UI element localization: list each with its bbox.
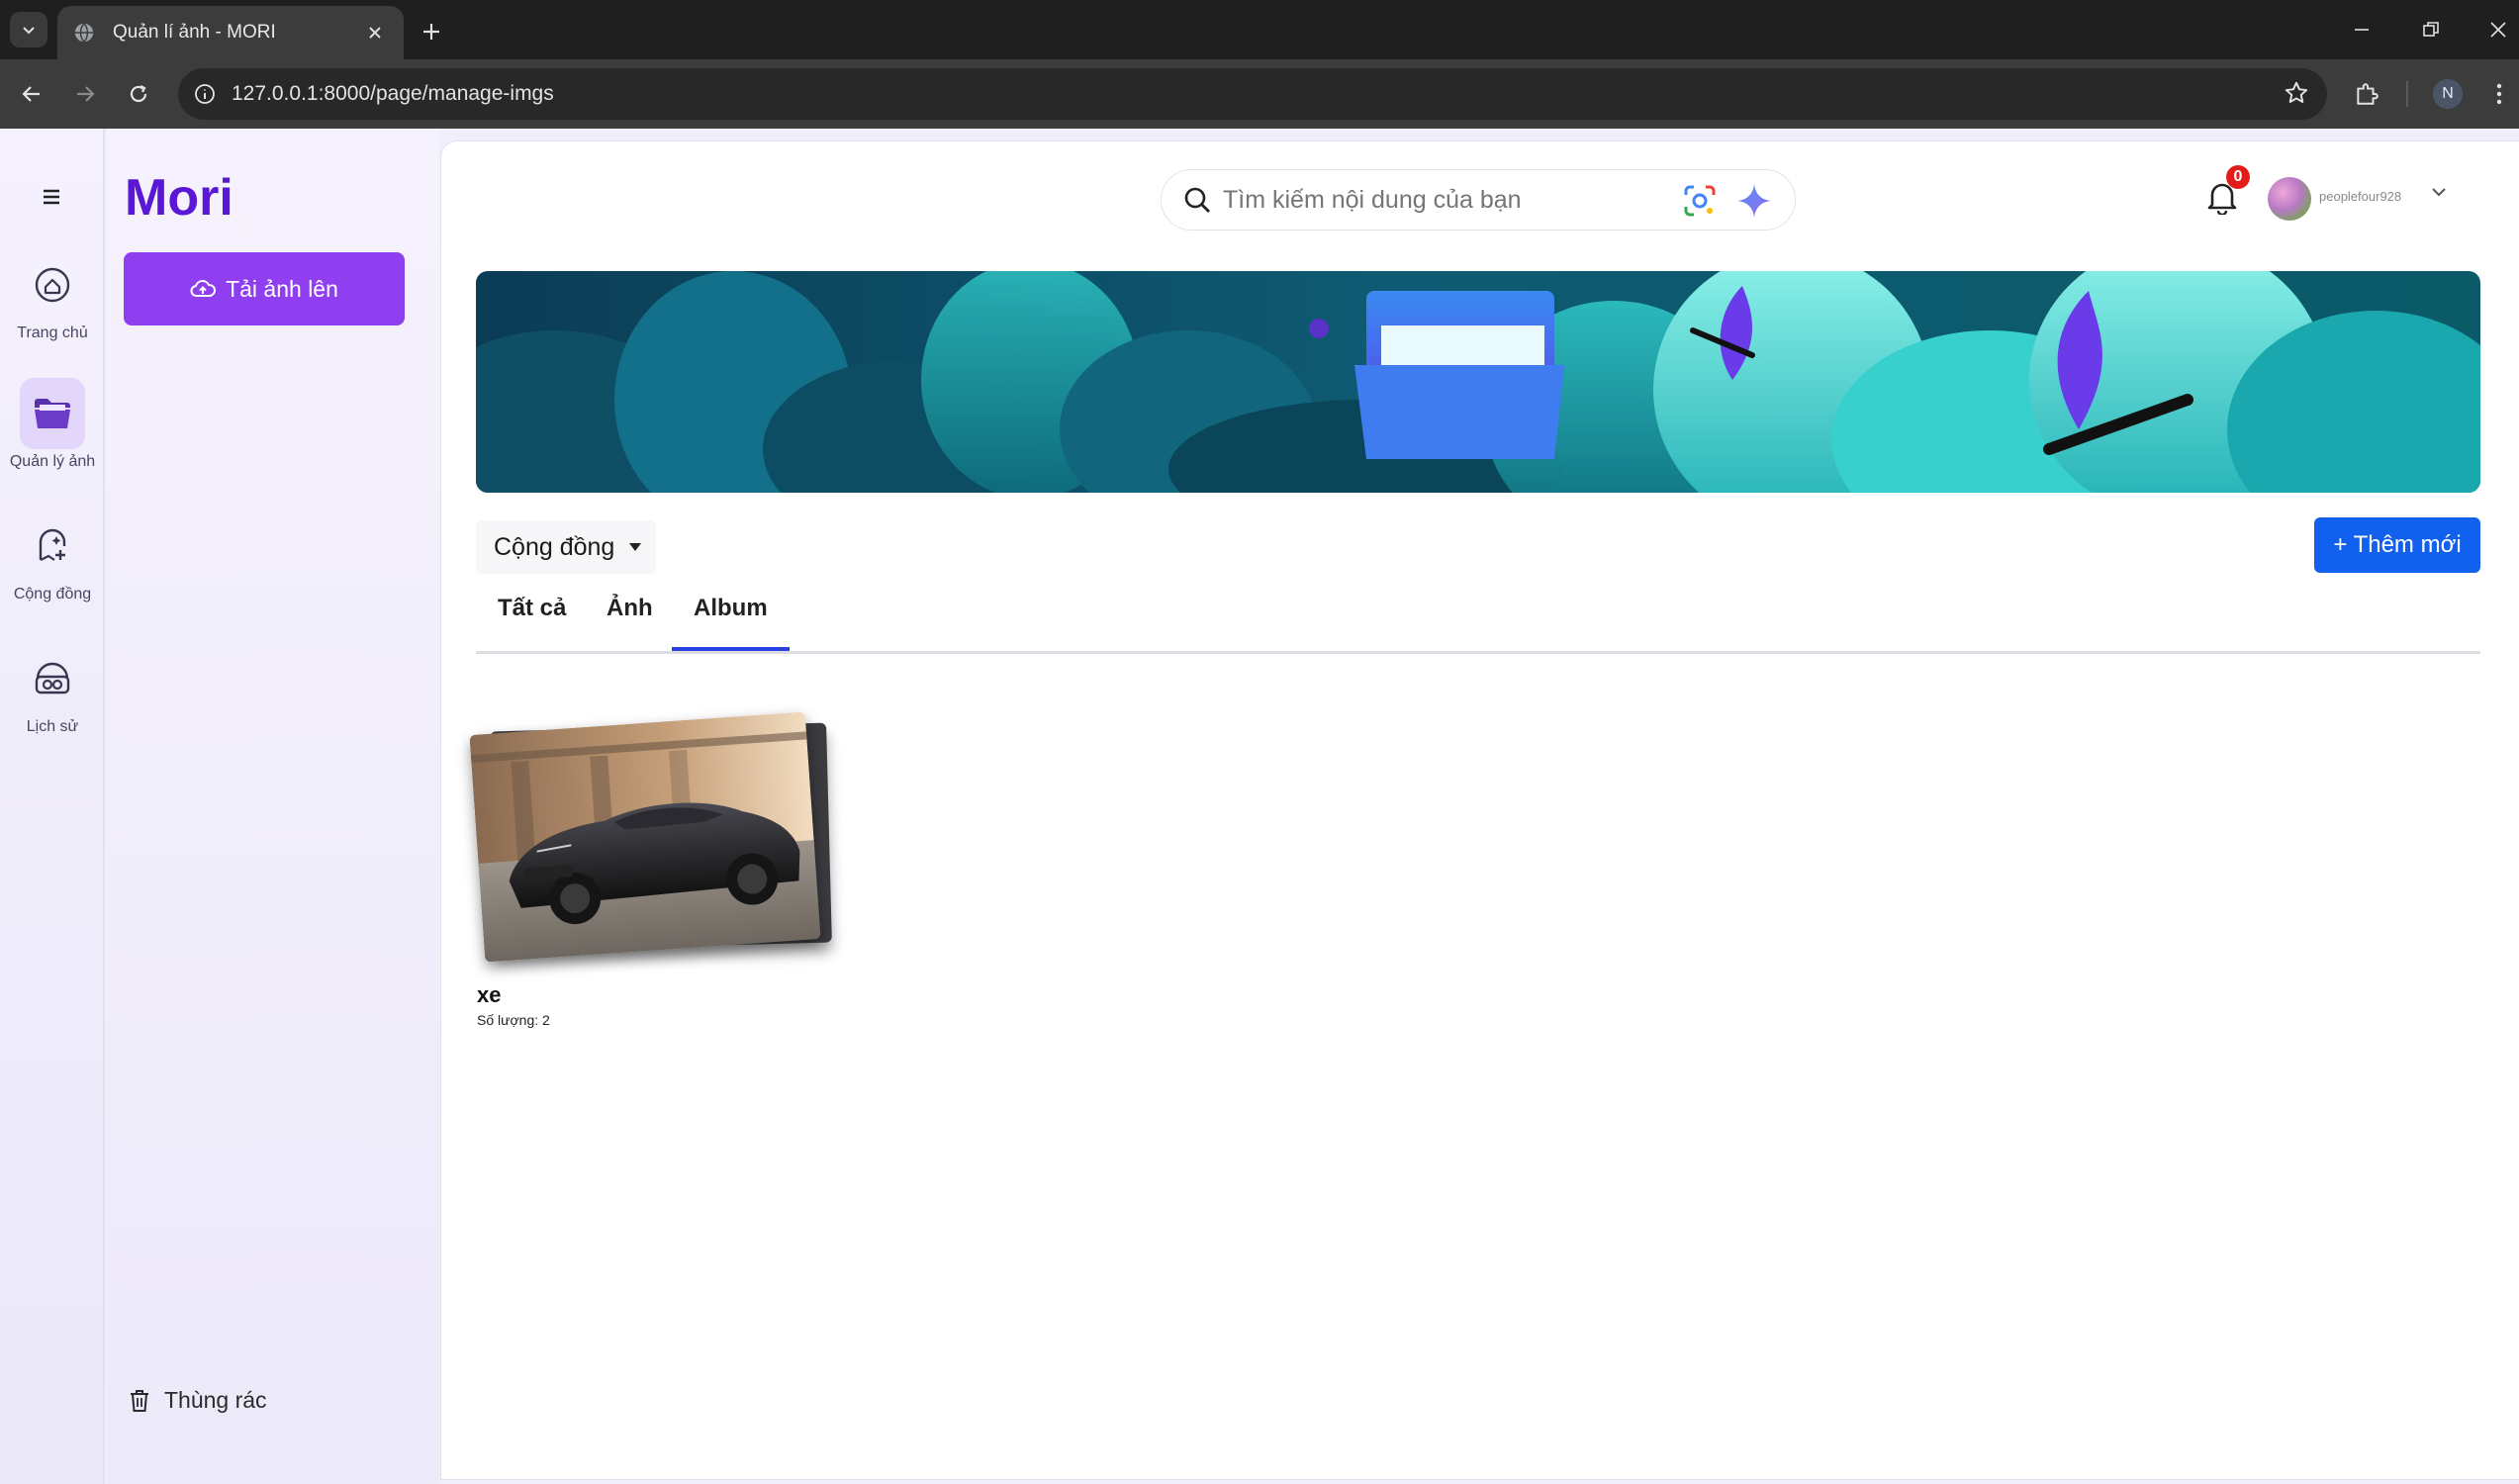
close-window-button[interactable] [2464,0,2519,59]
sidebar-rail: Trang chủ Quản lý ảnh Cộng đồng Lịch sử [0,129,105,1484]
camera-lens-icon [1684,185,1716,217]
ai-search-button[interactable] [1735,182,1773,225]
upload-image-button[interactable]: Tải ảnh lên [124,252,405,325]
album-name[interactable]: xe [477,982,827,1008]
tab-title: Quản lí ảnh - MORI [113,22,276,43]
search-input[interactable] [1223,185,1658,215]
close-icon [2490,22,2506,38]
cloud-upload-icon [190,280,217,297]
album-card[interactable]: xe Số lượng: 2 [469,705,832,1028]
album-cover-stack[interactable] [469,705,832,963]
brand-logo[interactable]: Mori [125,168,233,228]
bookmark-button[interactable] [2284,80,2309,111]
address-bar[interactable]: 127.0.0.1:8000/page/manage-imgs [178,68,2327,120]
sidebar-toggle-button[interactable] [36,184,67,215]
main-content: 0 peoplefour928 [441,141,2519,1479]
username[interactable]: peoplefour928 [2319,189,2401,204]
plus-icon [423,24,439,40]
visibility-filter-dropdown[interactable]: Cộng đồng [476,520,656,574]
banner-illustration [476,271,2480,493]
url-text: 127.0.0.1:8000/page/manage-imgs [232,82,554,105]
sidebar-panel: Mori Tải ảnh lên Thùng rác [107,129,439,1484]
site-info-icon [195,84,215,104]
search-icon [1184,187,1210,213]
trash-link[interactable]: Thùng rác [129,1387,267,1414]
sidebar-item-manage-images[interactable]: Quản lý ảnh [0,378,105,471]
browser-tab-bar: Quản lí ảnh - MORI [0,0,2519,59]
arrow-left-icon [22,86,40,102]
image-search-button[interactable] [1682,183,1718,224]
sparkle-icon [1737,184,1771,218]
browser-menu-button[interactable] [2479,74,2519,114]
close-icon [369,27,381,39]
user-menu-toggle[interactable] [2430,185,2448,204]
leaves-folder-illustration [476,271,2480,493]
tab-search-button[interactable] [10,12,47,47]
tab-album[interactable]: Album [672,595,790,651]
toolbar-separator [2406,81,2408,107]
sidebar-item-home[interactable]: Trang chủ [0,249,105,342]
community-icon [39,528,66,561]
tab-close-button[interactable] [362,20,388,46]
hamburger-menu-icon [44,189,59,205]
sidebar-item-community[interactable]: Cộng đồng [0,510,105,603]
upload-button-label: Tải ảnh lên [226,275,338,302]
trash-label: Thùng rác [164,1387,267,1413]
chevron-down-icon [2432,188,2446,197]
puzzle-icon [2357,83,2379,105]
notification-badge: 0 [2226,165,2250,189]
browser-toolbar: 127.0.0.1:8000/page/manage-imgs N [0,59,2519,129]
profile-avatar: N [2433,79,2463,109]
kebab-menu-icon [2496,83,2502,105]
filter-label: Cộng đồng [494,532,615,561]
restore-icon [2423,22,2439,37]
album-count: Số lượng: 2 [477,1012,550,1028]
search-bar[interactable] [1161,169,1796,231]
sidebar-item-label: Lịch sử [26,718,79,735]
content-tabs: Tất cả Ảnh Album [476,583,2480,654]
reload-button[interactable] [119,74,158,114]
chevron-down-icon [23,27,35,35]
new-tab-button[interactable] [414,14,449,49]
profile-button[interactable]: N [2428,74,2468,114]
sidebar-item-label: Trang chủ [17,325,88,341]
browser-tab-active[interactable]: Quản lí ảnh - MORI [57,6,404,59]
home-icon [35,267,70,303]
folder-icon [35,399,70,428]
history-icon [35,662,70,695]
minimize-icon [2355,29,2369,31]
user-avatar[interactable] [2268,177,2311,221]
restore-button[interactable] [2396,0,2466,59]
globe-icon [74,23,94,43]
sidebar-item-history[interactable]: Lịch sử [0,643,105,736]
trash-icon [131,1389,148,1412]
minimize-button[interactable] [2327,0,2396,59]
tab-images[interactable]: Ảnh [585,595,675,651]
car-photo [469,711,821,963]
back-button[interactable] [12,74,51,114]
tab-all[interactable]: Tất cả [476,595,588,651]
add-new-button[interactable]: + Thêm mới [2314,517,2480,573]
sidebar-item-label: Cộng đồng [13,586,92,603]
forward-button[interactable] [65,74,105,114]
reload-icon [130,85,147,103]
arrow-right-icon [77,86,95,102]
extensions-button[interactable] [2347,74,2386,114]
caret-down-icon [629,543,642,551]
sidebar-item-label: Quản lý ảnh [9,453,96,470]
album-cover-image [469,711,821,963]
star-icon [2285,81,2308,103]
